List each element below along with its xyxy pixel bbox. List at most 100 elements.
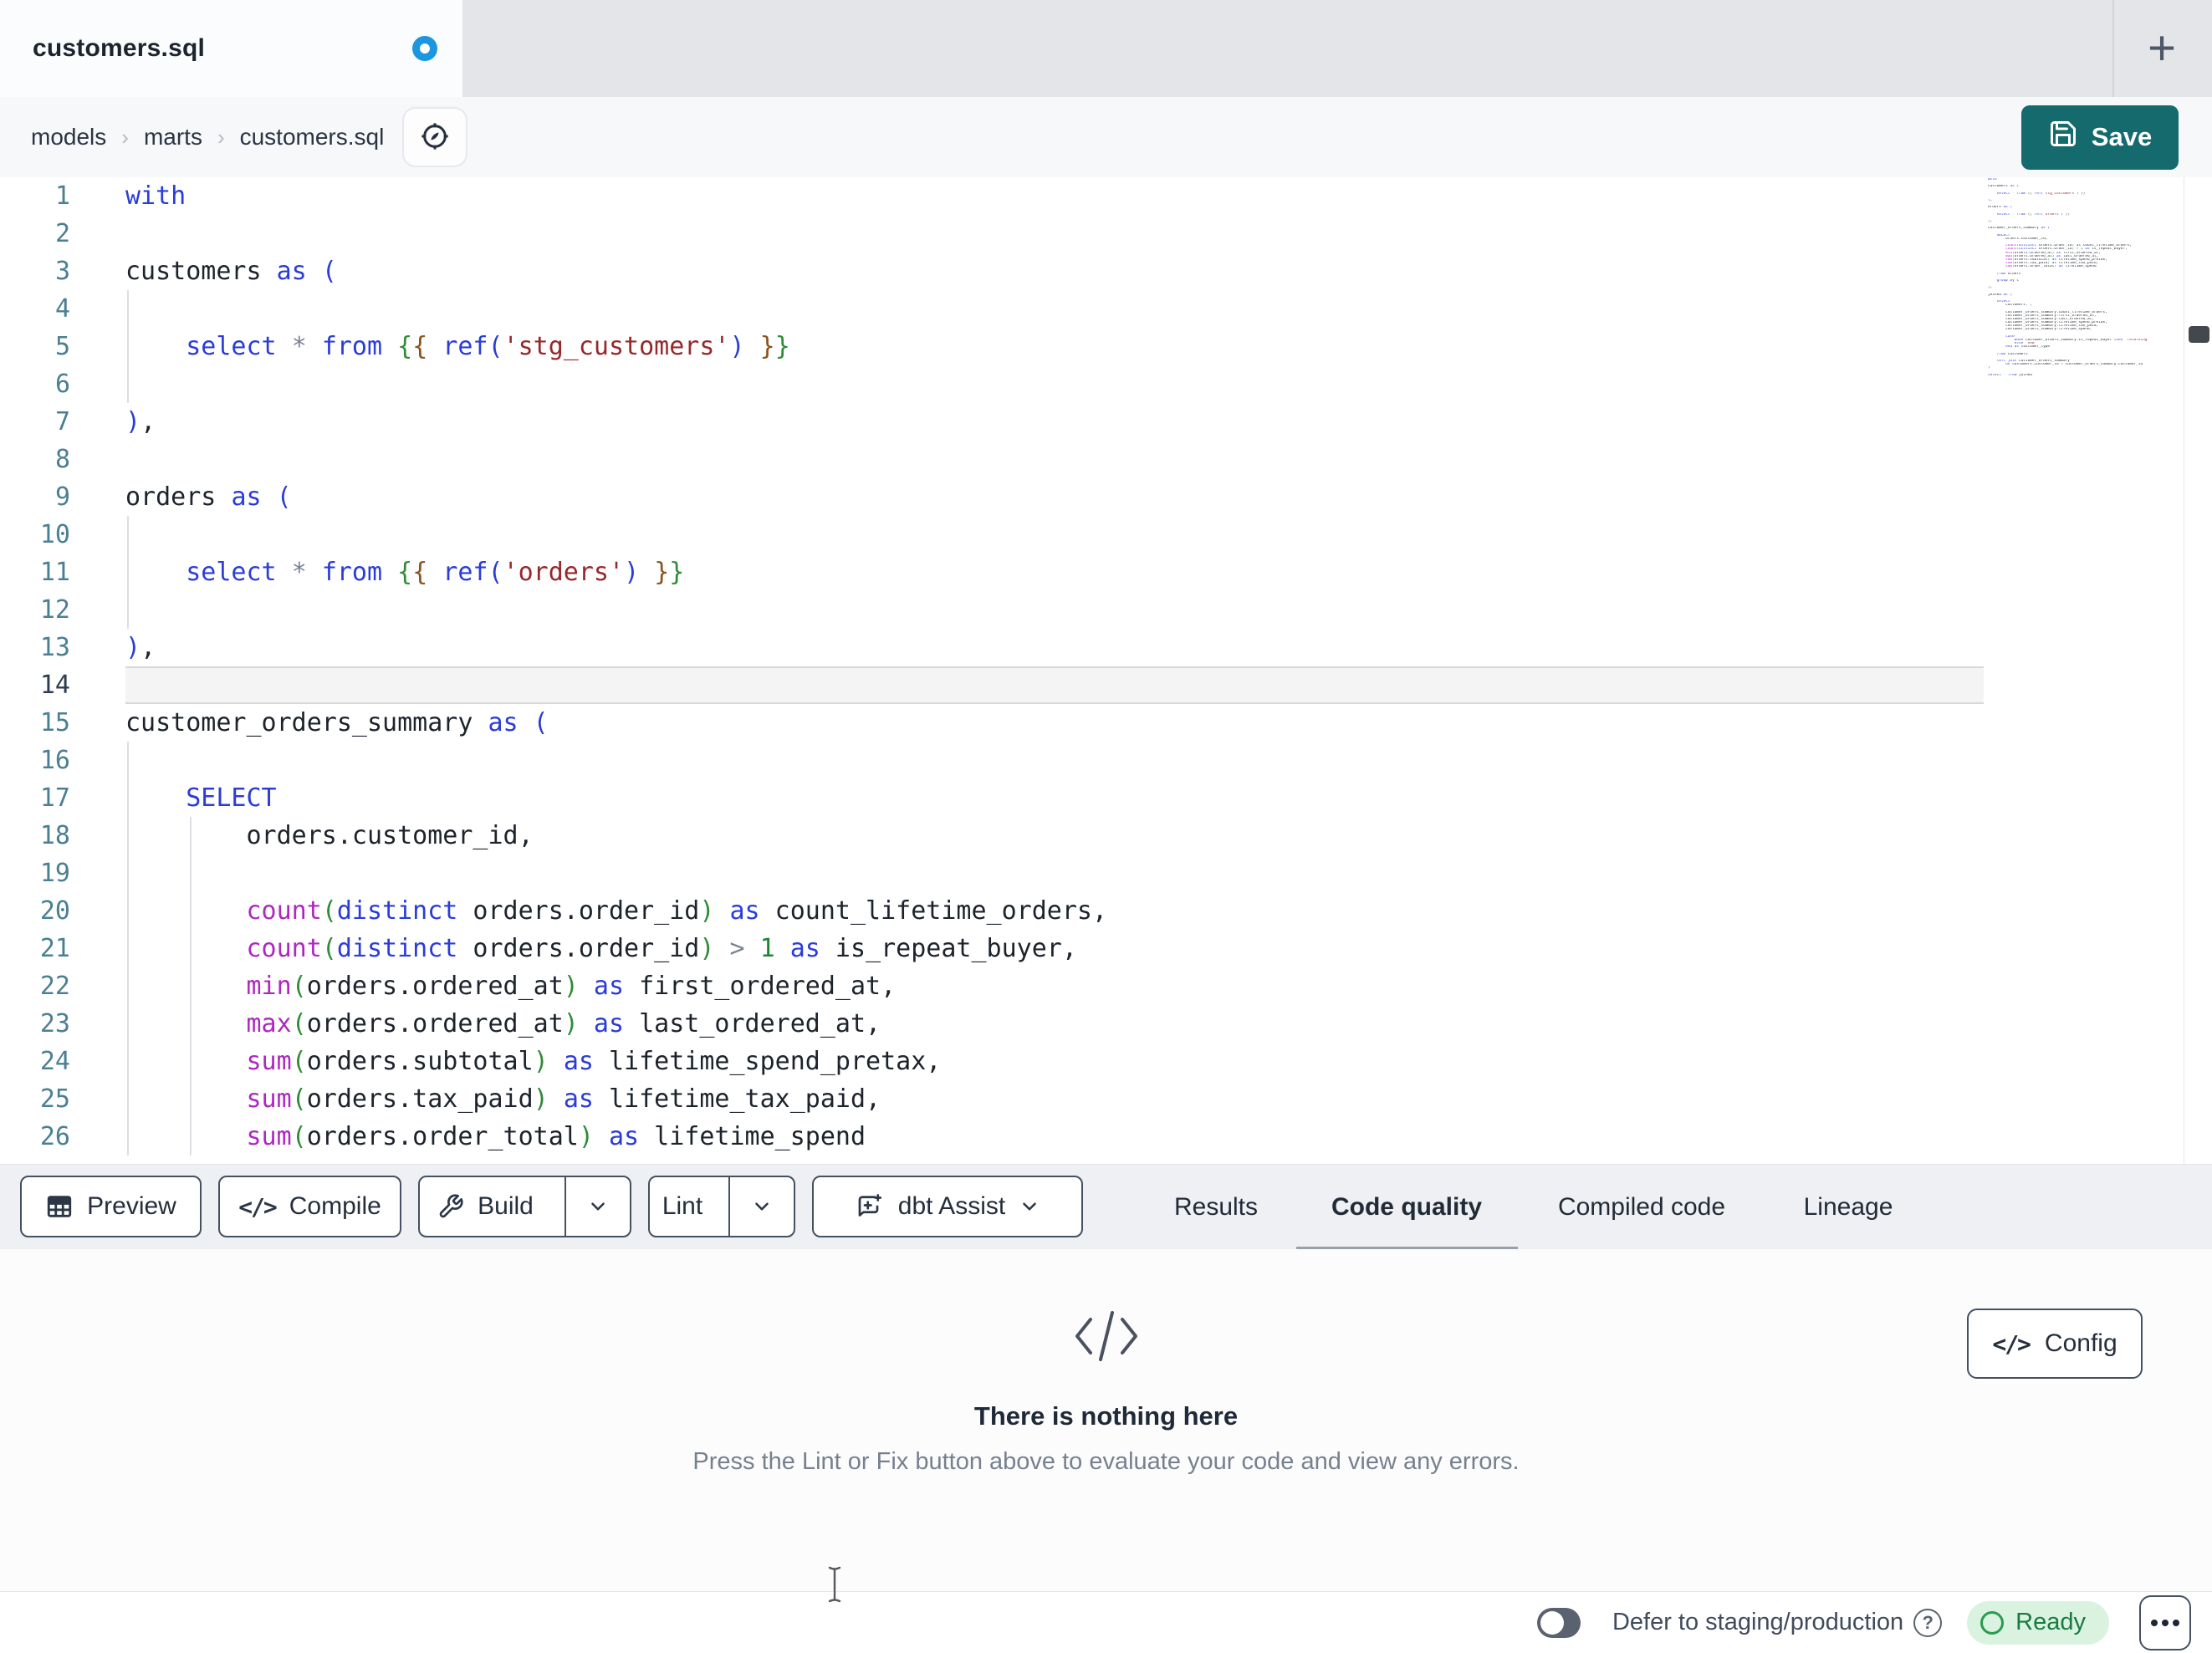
line-number: 13 (39, 633, 70, 662)
tab-customers-sql[interactable]: customers.sql (0, 0, 462, 97)
help-icon[interactable]: ? (1913, 1608, 1943, 1637)
tab-code-quality[interactable]: Code quality (1326, 1165, 1487, 1250)
code-text[interactable]: select * from {{ ref('orders') }} (125, 554, 1984, 591)
code-text[interactable]: orders as ( (125, 478, 1984, 516)
compile-button[interactable]: </> Compile (218, 1176, 401, 1237)
preview-button[interactable]: Preview (20, 1176, 202, 1237)
defer-label: Defer to staging/production (1612, 1609, 1904, 1635)
code-line-6[interactable]: 6 (0, 365, 1984, 403)
tab-bar-divider (2112, 0, 2114, 97)
code-line-8[interactable]: 8 (0, 441, 1984, 478)
save-button[interactable]: Save (2021, 105, 2179, 170)
minimap[interactable]: with customers as ( select * from {{ ref(… (1988, 178, 2182, 377)
compass-icon (418, 120, 452, 156)
code-text[interactable]: SELECT (125, 779, 1984, 817)
line-number: 16 (39, 746, 70, 775)
code-line-1[interactable]: 1 with (0, 177, 1984, 215)
code-text[interactable] (125, 441, 1984, 478)
breadcrumb-models[interactable]: models (31, 124, 106, 151)
code-line-3[interactable]: 3 customers as ( (0, 253, 1984, 290)
docs-compass-button[interactable] (402, 107, 468, 167)
code-text[interactable]: ), (125, 629, 1984, 666)
dbt-assist-button[interactable]: dbt Assist (812, 1176, 1083, 1237)
code-text[interactable] (125, 591, 1984, 629)
code-text[interactable] (125, 365, 1984, 403)
lint-button[interactable]: Lint (650, 1177, 715, 1236)
editor-actions: Preview </> Compile Build Lint dbt Assis… (20, 1176, 1083, 1237)
assist-sparkle-chat-icon (855, 1191, 885, 1222)
code-line-17[interactable]: 17 SELECT (0, 779, 1984, 817)
code-text[interactable]: count(distinct orders.order_id) as count… (125, 892, 1984, 930)
code-line-19[interactable]: 19 (0, 855, 1984, 892)
code-text[interactable]: sum(orders.order_total) as lifetime_spen… (125, 1118, 1984, 1156)
code-line-9[interactable]: 9 orders as ( (0, 478, 1984, 516)
code-line-16[interactable]: 16 (0, 742, 1984, 779)
code-line-25[interactable]: 25 sum(orders.tax_paid) as lifetime_tax_… (0, 1080, 1984, 1118)
code-line-18[interactable]: 18 orders.customer_id, (0, 817, 1984, 855)
code-line-23[interactable]: 23 max(orders.ordered_at) as last_ordere… (0, 1005, 1984, 1043)
line-number: 4 (54, 294, 70, 324)
code-text[interactable] (125, 855, 1984, 892)
tab-lineage[interactable]: Lineage (1799, 1165, 1898, 1250)
code-text[interactable]: customer_orders_summary as ( (125, 704, 1984, 742)
code-lines: 1 with 2 3 customers as ( 4 5 select * from {{… (0, 177, 1984, 1156)
code-line-21[interactable]: 21 count(distinct orders.order_id) > 1 a… (0, 930, 1984, 967)
code-text[interactable]: count(distinct orders.order_id) > 1 as i… (125, 930, 1984, 967)
line-number: 8 (54, 445, 70, 474)
line-number: 19 (39, 859, 70, 888)
line-number: 6 (54, 370, 70, 399)
code-text[interactable]: customers as ( (125, 253, 1984, 290)
lint-dropdown-button[interactable] (728, 1177, 794, 1236)
code-text[interactable]: with (125, 177, 1984, 215)
code-editor[interactable]: 1 with 2 3 customers as ( 4 5 select * from {{… (0, 177, 2212, 1164)
code-line-24[interactable]: 24 sum(orders.subtotal) as lifetime_spen… (0, 1043, 1984, 1080)
code-text[interactable]: min(orders.ordered_at) as first_ordered_… (125, 967, 1984, 1005)
code-text[interactable]: max(orders.ordered_at) as last_ordered_a… (125, 1005, 1984, 1043)
code-text[interactable] (125, 215, 1984, 253)
config-button[interactable]: </> Config (1967, 1309, 2143, 1379)
build-dropdown-button[interactable] (564, 1177, 630, 1236)
status-label: Ready (2015, 1609, 2086, 1635)
build-button[interactable]: Build (420, 1177, 551, 1236)
wrench-icon (437, 1193, 464, 1220)
indent-guide (127, 742, 129, 1156)
code-text[interactable]: select * from {{ ref('stg_customers') }} (125, 328, 1984, 365)
breadcrumb-separator: › (121, 124, 129, 150)
file-header: models › marts › customers.sql Save (0, 97, 2212, 177)
code-line-2[interactable]: 2 (0, 215, 1984, 253)
code-line-5[interactable]: 5 select * from {{ ref('stg_customers') … (0, 328, 1984, 365)
tab-compiled-code[interactable]: Compiled code (1553, 1165, 1730, 1250)
code-line-26[interactable]: 26 sum(orders.order_total) as lifetime_s… (0, 1118, 1984, 1156)
code-line-7[interactable]: 7), (0, 403, 1984, 441)
code-line-12[interactable]: 12 (0, 591, 1984, 629)
ellipsis-icon (2151, 1619, 2158, 1626)
chevron-down-icon (591, 1202, 605, 1211)
code-text[interactable]: ), (125, 403, 1984, 441)
defer-toggle[interactable] (1536, 1607, 1581, 1638)
code-text[interactable] (125, 742, 1984, 779)
code-text[interactable]: sum(orders.tax_paid) as lifetime_tax_pai… (125, 1080, 1984, 1118)
code-line-20[interactable]: 20 count(distinct orders.order_id) as co… (0, 892, 1984, 930)
code-icon: </> (1992, 1329, 2031, 1358)
code-text[interactable] (125, 290, 1984, 328)
more-options-button[interactable] (2139, 1594, 2191, 1650)
breadcrumb-marts[interactable]: marts (144, 124, 202, 151)
line-number: 5 (54, 332, 70, 361)
tab-results[interactable]: Results (1169, 1165, 1263, 1250)
new-tab-button[interactable]: + (2125, 12, 2199, 85)
code-line-14[interactable]: 14 (0, 666, 1984, 704)
editor-scrollbar[interactable] (2184, 177, 2212, 1164)
code-line-13[interactable]: 13), (0, 629, 1984, 666)
empty-state-title: There is nothing here (973, 1401, 1239, 1431)
code-line-15[interactable]: 15 customer_orders_summary as ( (0, 704, 1984, 742)
line-number: 9 (54, 482, 70, 512)
code-line-22[interactable]: 22 min(orders.ordered_at) as first_order… (0, 967, 1984, 1005)
code-line-4[interactable]: 4 (0, 290, 1984, 328)
code-text[interactable] (125, 666, 1984, 704)
code-text[interactable] (125, 516, 1984, 554)
code-text[interactable]: orders.customer_id, (125, 817, 1984, 855)
code-line-10[interactable]: 10 (0, 516, 1984, 554)
scrollbar-thumb[interactable] (2189, 326, 2209, 343)
code-text[interactable]: sum(orders.subtotal) as lifetime_spend_p… (125, 1043, 1984, 1080)
code-line-11[interactable]: 11 select * from {{ ref('orders') }} (0, 554, 1984, 591)
